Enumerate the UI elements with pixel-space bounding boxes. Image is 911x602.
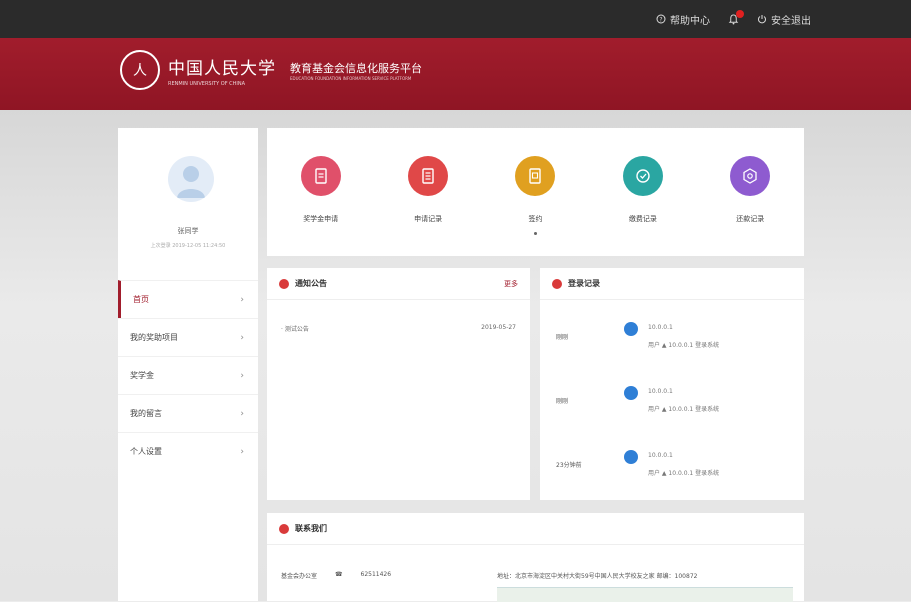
user-name: 张同学: [177, 227, 199, 235]
quick-action-repay-records[interactable]: 还款记录: [710, 156, 790, 224]
sidebar-item-home[interactable]: 首页 ›: [118, 280, 258, 318]
location-map[interactable]: [497, 587, 793, 602]
sidebar-item-label: 首页: [133, 295, 149, 304]
sidebar-item-messages[interactable]: 我的留言 ›: [118, 394, 258, 432]
university-name-en: RENMIN UNIVERSITY OF CHINA: [168, 80, 246, 87]
login-time: 刚刚: [556, 398, 569, 405]
notice-panel: 通知公告 更多 · 测试公告 2019-05-27: [267, 268, 530, 500]
sidebar-menu: 首页 › 我的奖助项目 › 奖学金 › 我的留言 › 个人设置 ›: [118, 280, 258, 470]
login-text: 用户 ▲ 10.0.0.1 登录系统: [648, 342, 720, 349]
site-logo[interactable]: 人 中国人民大学 RENMIN UNIVERSITY OF CHINA 教育基金…: [120, 50, 422, 90]
records-list-icon: [408, 156, 449, 196]
contact-dept: 基金会办公室: [281, 573, 318, 580]
list-item: 23分钟前 10.0.0.1 用户 ▲ 10.0.0.1 登录系统: [556, 450, 788, 486]
quick-action-label: 奖学金申请: [303, 215, 339, 223]
avatar[interactable]: [168, 156, 214, 202]
sidebar-item-settings[interactable]: 个人设置 ›: [118, 432, 258, 470]
contact-phone-row: 基金会办公室 ☎ 62511426: [281, 571, 391, 580]
notice-item-title: · 测试公告: [281, 326, 309, 333]
university-name: 中国人民大学: [168, 58, 276, 79]
quick-action-contract[interactable]: 签约: [495, 156, 575, 235]
logout-link[interactable]: 安全退出: [757, 12, 811, 27]
list-item: 刚刚 10.0.0.1 用户 ▲ 10.0.0.1 登录系统: [556, 322, 788, 358]
quick-action-label: 缴费记录: [628, 215, 657, 223]
contact-phone: 62511426: [360, 571, 392, 578]
quick-action-label: 申请记录: [414, 215, 443, 223]
sidebar-item-label: 奖学金: [130, 371, 154, 380]
chevron-right-icon: ›: [240, 332, 244, 343]
contact-icon: [279, 523, 289, 534]
payment-icon: [622, 156, 663, 196]
contact-header: 联系我们: [267, 513, 804, 545]
notice-item-date: 2019-05-27: [481, 324, 516, 331]
sidebar-item-label: 我的留言: [130, 409, 162, 418]
login-marker-icon: [624, 322, 638, 336]
login-records-title: 登录记录: [568, 279, 600, 288]
sidebar-item-label: 个人设置: [130, 447, 162, 456]
login-text: 用户 ▲ 10.0.0.1 登录系统: [648, 406, 720, 413]
university-seal-icon: 人: [120, 50, 160, 90]
quick-action-label: 签约: [528, 215, 543, 223]
application-form-icon: [300, 156, 341, 196]
quick-actions-panel: 奖学金申请 申请记录 签约 缴费记录 还款记录: [267, 128, 804, 256]
sidebar-item-label: 我的奖助项目: [130, 333, 178, 342]
more-link[interactable]: 更多: [504, 279, 518, 289]
platform-name-en: EDUCATION FOUNDATION INFORMATION SERVICE…: [290, 75, 412, 81]
help-icon: ?: [656, 14, 666, 24]
power-icon: [757, 14, 767, 24]
quick-action-apply-records[interactable]: 申请记录: [388, 156, 468, 224]
contact-address: 地址：北京市海淀区中关村大街59号中国人民大学校友之家 邮编：100872: [497, 573, 698, 580]
quick-action-payment-records[interactable]: 缴费记录: [603, 156, 683, 224]
login-time: 刚刚: [556, 334, 569, 341]
notice-header: 通知公告 更多: [267, 268, 530, 300]
platform-name: 教育基金会信息化服务平台: [290, 61, 422, 75]
quick-action-label: 还款记录: [736, 215, 765, 223]
user-icon: [177, 166, 205, 198]
login-records-panel: 登录记录 刚刚 10.0.0.1 用户 ▲ 10.0.0.1 登录系统 刚刚 1…: [540, 268, 804, 500]
list-item: 刚刚 10.0.0.1 用户 ▲ 10.0.0.1 登录系统: [556, 386, 788, 422]
user-sidebar: 张同学 上次登录 2019-12-05 11:24:50 首页 › 我的奖助项目 ›…: [118, 128, 258, 601]
active-indicator-dot: [533, 232, 537, 235]
login-records-header: 登录记录: [540, 268, 804, 300]
login-ip: 10.0.0.1: [648, 452, 673, 459]
quick-action-scholarship-apply[interactable]: 奖学金申请: [281, 156, 361, 224]
login-marker-icon: [624, 386, 638, 400]
notice-title: 通知公告: [295, 279, 327, 288]
svg-text:?: ?: [659, 17, 662, 24]
phone-icon: ☎: [335, 571, 343, 578]
chevron-right-icon: ›: [240, 446, 244, 457]
login-time: 23分钟前: [556, 462, 582, 469]
login-marker-icon: [624, 450, 638, 464]
help-center-link[interactable]: ? 帮助中心: [656, 12, 710, 27]
chevron-right-icon: ›: [240, 408, 244, 419]
help-center-label: 帮助中心: [670, 15, 710, 27]
contact-title: 联系我们: [295, 524, 327, 533]
settings-gear-icon: [730, 156, 771, 196]
login-records-icon: [552, 278, 562, 289]
notifications-button[interactable]: [728, 9, 744, 25]
logout-label: 安全退出: [771, 15, 811, 27]
contact-panel: 联系我们 基金会办公室 ☎ 62511426 地址：北京市海淀区中关村大街59号…: [267, 513, 804, 602]
notification-badge: [736, 9, 744, 18]
login-ip: 10.0.0.1: [648, 324, 673, 331]
last-login-time: 上次登录 2019-12-05 11:24:50: [150, 243, 226, 249]
sidebar-item-my-projects[interactable]: 我的奖助项目 ›: [118, 318, 258, 356]
login-text: 用户 ▲ 10.0.0.1 登录系统: [648, 470, 720, 477]
contract-icon: [515, 156, 556, 196]
university-name-block: 中国人民大学 RENMIN UNIVERSITY OF CHINA: [168, 54, 276, 87]
sidebar-item-scholarship[interactable]: 奖学金 ›: [118, 356, 258, 394]
top-utility-bar: ? 帮助中心 安全退出: [0, 0, 911, 38]
login-ip: 10.0.0.1: [648, 388, 673, 395]
platform-name-block: 教育基金会信息化服务平台 EDUCATION FOUNDATION INFORM…: [284, 60, 422, 81]
list-item[interactable]: · 测试公告 2019-05-27: [281, 324, 516, 333]
chevron-right-icon: ›: [240, 294, 244, 305]
notice-icon: [279, 278, 289, 289]
chevron-right-icon: ›: [240, 370, 244, 381]
